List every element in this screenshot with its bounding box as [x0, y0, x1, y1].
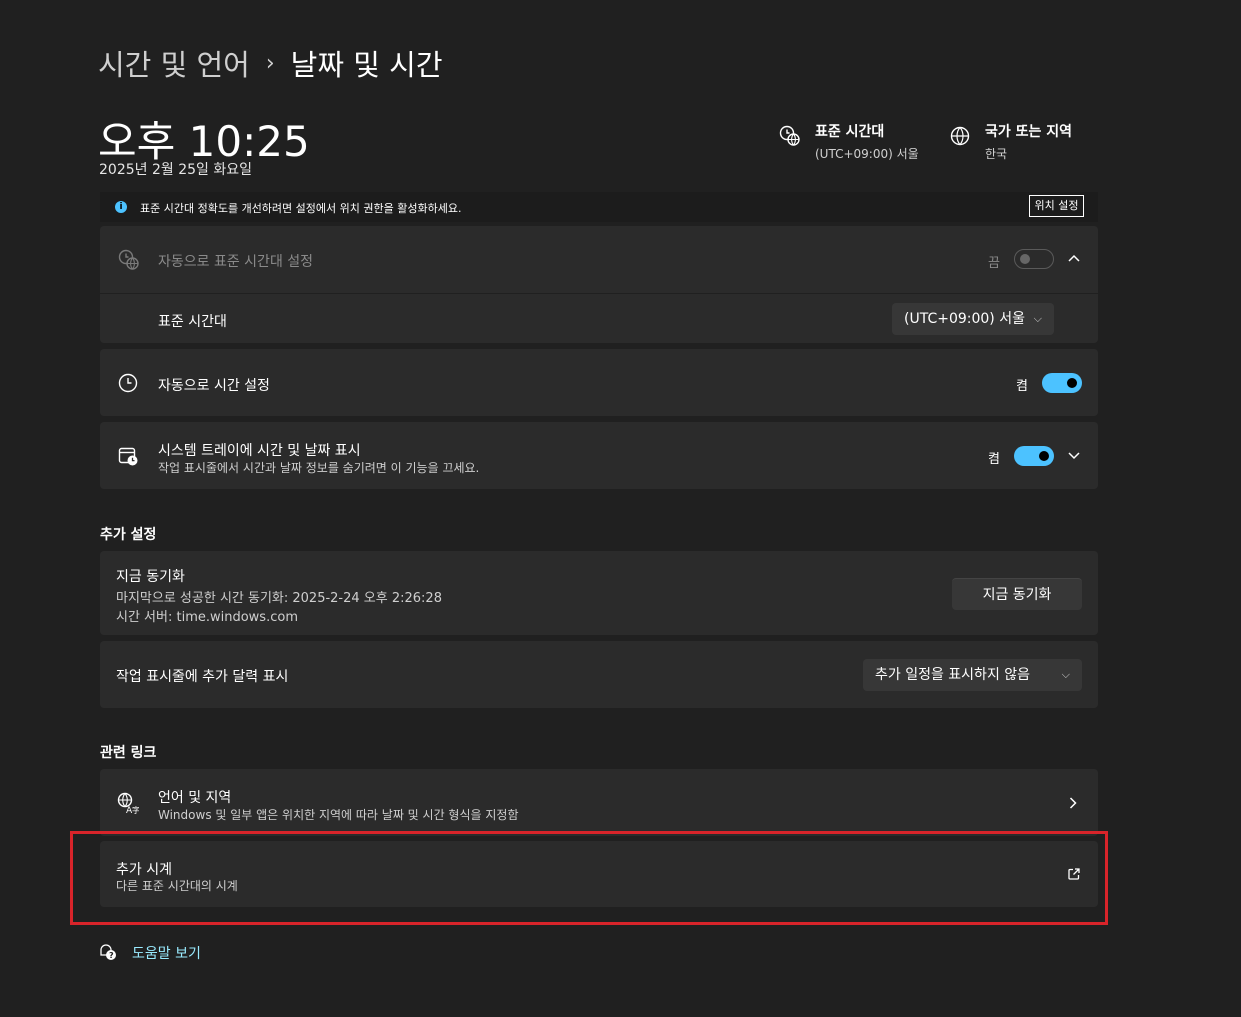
breadcrumb-parent[interactable]: 시간 및 언어 — [98, 42, 250, 84]
region-info-value: 한국 — [985, 147, 1008, 161]
sync-now-card: 지금 동기화 마지막으로 성공한 시간 동기화: 2025-2-24 오후 2:… — [100, 551, 1098, 635]
current-date: 2025년 2월 25일 화요일 — [99, 162, 252, 178]
timezone-info-title: 표준 시간대 — [815, 124, 885, 140]
page-title: 날짜 및 시간 — [290, 48, 443, 82]
timezone-dropdown[interactable]: (UTC+09:00) 서울 ⌵ — [892, 303, 1054, 335]
timezone-row-label: 표준 시간대 — [158, 314, 227, 330]
chevron-down-icon[interactable] — [1067, 451, 1081, 461]
language-region-description: Windows 및 일부 앱은 위치한 지역에 따라 날짜 및 시간 형식을 지… — [158, 808, 519, 822]
system-tray-toggle-label: 켬 — [988, 452, 1000, 467]
globe-icon — [950, 126, 970, 146]
timezone-info-value: (UTC+09:00) 서울 — [815, 147, 919, 161]
location-permission-banner: i 표준 시간대 정확도를 개선하려면 설정에서 위치 권한을 활성화하세요. … — [100, 192, 1098, 222]
get-help-link[interactable]: 도움말 보기 — [132, 943, 201, 963]
region-info-title: 국가 또는 지역 — [985, 124, 1073, 140]
additional-settings-heading: 추가 설정 — [100, 527, 157, 543]
region-info: 국가 또는 지역 한국 — [949, 121, 1072, 162]
auto-timezone-toggle[interactable] — [1014, 249, 1054, 269]
auto-time-toggle-label: 켬 — [1016, 379, 1028, 394]
sync-now-button[interactable]: 지금 동기화 — [952, 578, 1082, 610]
auto-timezone-label: 자동으로 표준 시간대 설정 — [158, 254, 314, 270]
clock-icon — [118, 373, 138, 393]
breadcrumb-separator: › — [265, 50, 275, 76]
last-sync-text: 마지막으로 성공한 시간 동기화: 2025-2-24 오후 2:26:28 — [116, 591, 442, 606]
chevron-right-icon — [1069, 797, 1077, 809]
chevron-up-icon[interactable] — [1067, 253, 1081, 263]
svg-text:字: 字 — [132, 805, 139, 814]
additional-calendar-dropdown[interactable]: 추가 일정을 표시하지 않음 ⌵ — [863, 659, 1082, 691]
location-settings-button[interactable]: 위치 설정 — [1029, 195, 1084, 217]
auto-timezone-card[interactable]: 자동으로 표준 시간대 설정 끔 — [100, 226, 1098, 293]
additional-calendar-card: 작업 표시줄에 추가 달력 표시 추가 일정을 표시하지 않음 ⌵ — [100, 641, 1098, 708]
banner-message: 표준 시간대 정확도를 개선하려면 설정에서 위치 권한을 활성화하세요. — [140, 202, 462, 215]
additional-calendar-label: 작업 표시줄에 추가 달력 표시 — [116, 669, 289, 685]
language-region-icon: A 字 — [117, 792, 139, 814]
related-links-heading: 관련 링크 — [100, 745, 157, 761]
language-region-link[interactable]: A 字 언어 및 지역 Windows 및 일부 앱은 위치한 지역에 따라 날… — [100, 769, 1098, 836]
auto-time-card: 자동으로 시간 설정 켬 — [100, 349, 1098, 416]
info-icon: i — [115, 201, 127, 213]
system-tray-card[interactable]: 시스템 트레이에 시간 및 날짜 표시 작업 표시줄에서 시간과 날짜 정보를 … — [100, 422, 1098, 489]
calendar-clock-icon — [118, 447, 138, 466]
additional-calendar-value: 추가 일정을 표시하지 않음 — [875, 667, 1031, 683]
language-region-title: 언어 및 지역 — [158, 790, 232, 806]
timezone-globe-icon — [118, 249, 139, 270]
chevron-down-icon: ⌵ — [1033, 312, 1042, 325]
timezone-dropdown-value: (UTC+09:00) 서울 — [904, 311, 1025, 327]
help-icon: ? — [100, 944, 116, 960]
svg-text:?: ? — [109, 951, 114, 960]
auto-time-label: 자동으로 시간 설정 — [158, 378, 270, 394]
system-tray-description: 작업 표시줄에서 시간과 날짜 정보를 숨기려면 이 기능을 끄세요. — [158, 461, 480, 475]
sync-now-title: 지금 동기화 — [116, 569, 185, 585]
system-tray-label: 시스템 트레이에 시간 및 날짜 표시 — [158, 443, 361, 459]
auto-time-toggle[interactable] — [1042, 373, 1082, 393]
chevron-down-icon: ⌵ — [1061, 668, 1070, 681]
system-tray-toggle[interactable] — [1014, 446, 1054, 466]
timezone-row: 표준 시간대 (UTC+09:00) 서울 ⌵ — [100, 294, 1098, 343]
auto-timezone-toggle-label: 끔 — [988, 256, 1000, 271]
timezone-info: 표준 시간대 (UTC+09:00) 서울 — [779, 121, 919, 162]
timezone-globe-icon — [779, 125, 800, 146]
highlight-box — [70, 831, 1108, 925]
time-server-text: 시간 서버: time.windows.com — [116, 610, 298, 625]
breadcrumb: 시간 및 언어 › 날짜 및 시간 — [98, 42, 443, 84]
